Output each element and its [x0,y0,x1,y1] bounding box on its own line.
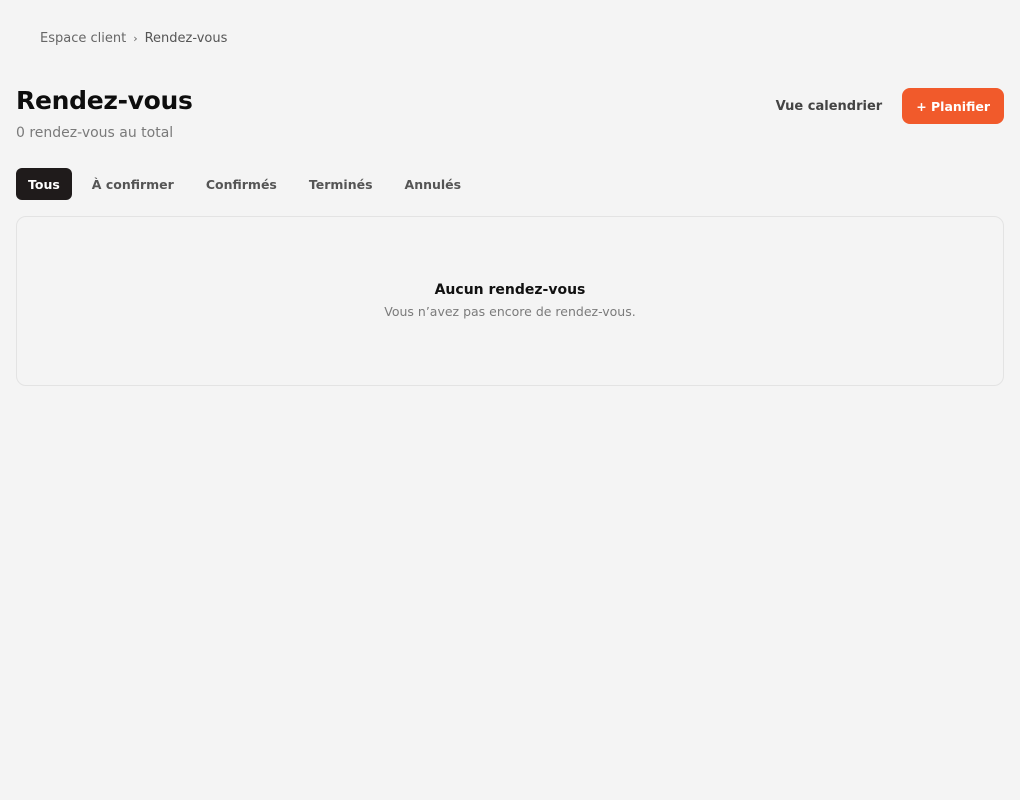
breadcrumb-link-espace-client[interactable]: Espace client [40,31,126,46]
breadcrumb: Espace client › Rendez-vous [40,31,227,46]
tab-a-confirmer[interactable]: À confirmer [80,168,186,200]
tab-annules[interactable]: Annulés [393,168,474,200]
empty-state-description: Vous n’avez pas encore de rendez-vous. [384,304,636,319]
calendar-view-button[interactable]: Vue calendrier [766,90,893,123]
tab-confirmes[interactable]: Confirmés [194,168,289,200]
tab-tous[interactable]: Tous [16,168,72,200]
appointment-count: 0 rendez-vous au total [16,125,174,141]
tab-termines[interactable]: Terminés [297,168,385,200]
empty-state-title: Aucun rendez-vous [434,282,586,298]
header-actions: Vue calendrier + Planifier [766,88,1004,124]
schedule-button[interactable]: + Planifier [902,88,1004,124]
chevron-right-icon: › [133,32,138,45]
status-tabs: Tous À confirmer Confirmés Terminés Annu… [16,168,481,200]
page-title: Rendez-vous [16,86,193,115]
empty-state-card: Aucun rendez-vous Vous n’avez pas encore… [16,216,1004,386]
breadcrumb-current: Rendez-vous [144,31,228,46]
